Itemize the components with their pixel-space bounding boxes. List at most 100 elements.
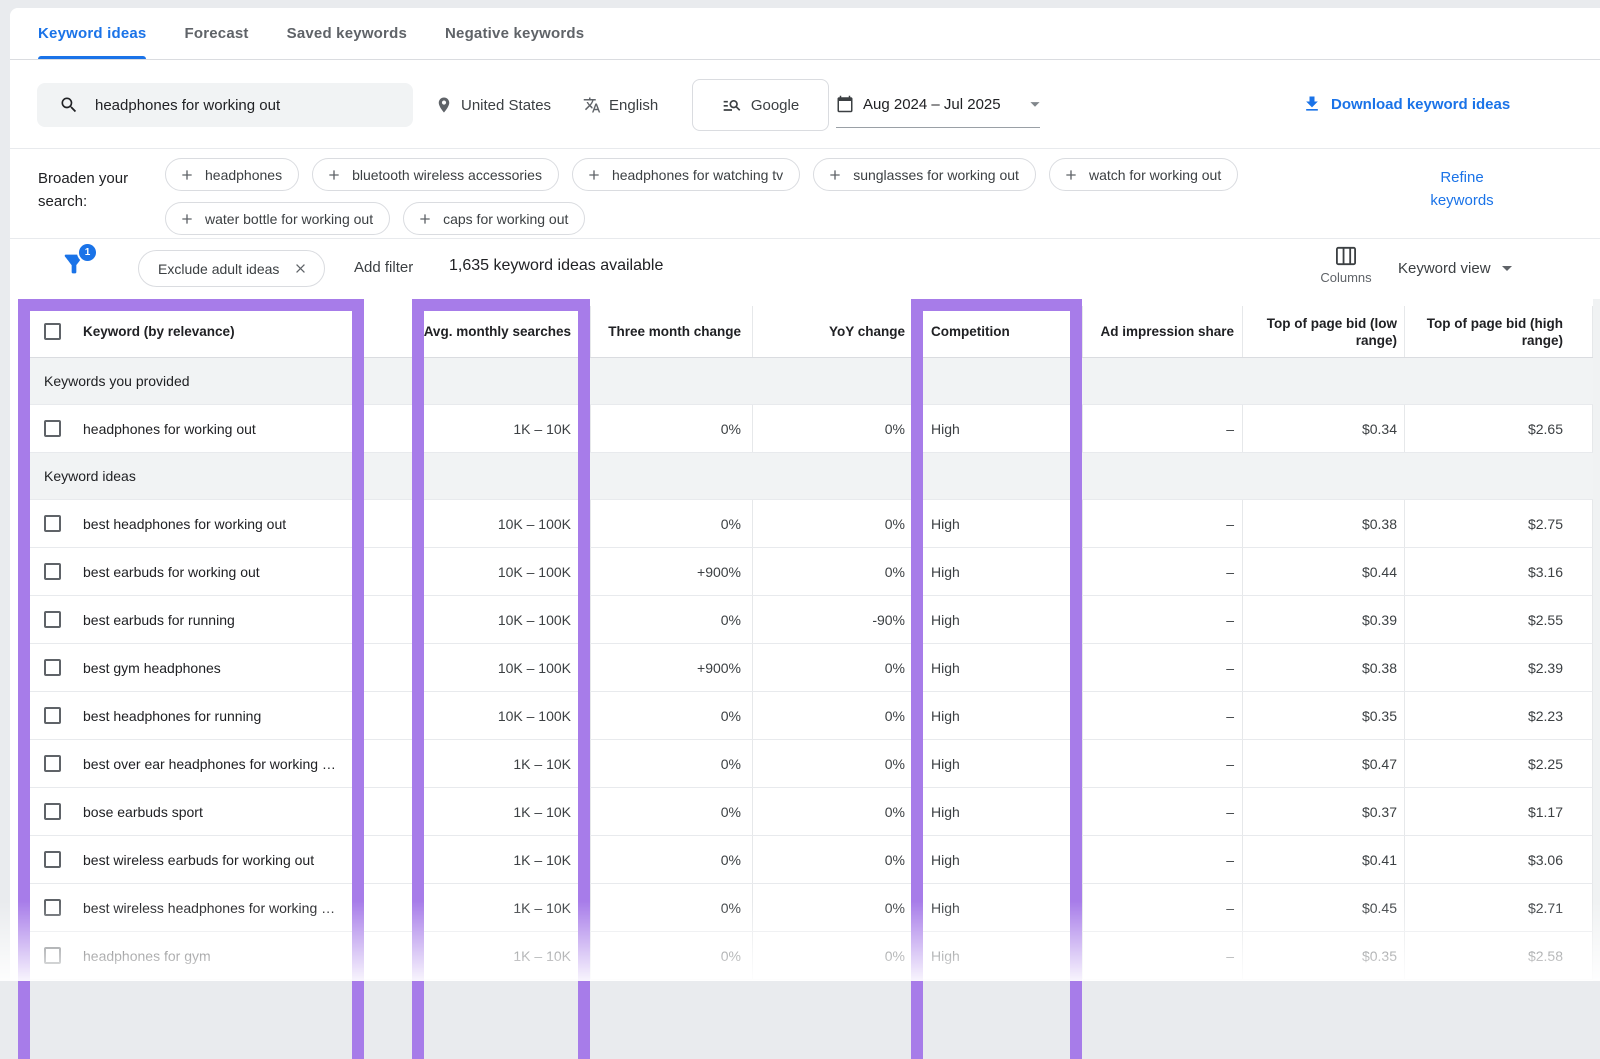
top-of-page-bid-low-cell: $0.37 — [1242, 788, 1404, 835]
ad-impression-share-cell: – — [1082, 836, 1242, 883]
yoy-change-cell: 0% — [752, 500, 920, 547]
yoy-change-cell: 0% — [752, 740, 920, 787]
broaden-chip[interactable]: watch for working out — [1049, 158, 1238, 191]
location-selector[interactable]: United States — [435, 96, 551, 114]
top-of-page-bid-high-cell: $3.06 — [1404, 836, 1593, 883]
broaden-chip[interactable]: headphones for watching tv — [572, 158, 800, 191]
broaden-chip[interactable]: headphones — [165, 158, 299, 191]
three-month-change-cell: 0% — [590, 596, 752, 643]
header-avg-monthly-searches[interactable]: Avg. monthly searches — [412, 306, 590, 357]
keyword-cell: best wireless earbuds for working out — [83, 852, 314, 868]
filter-button[interactable]: 1 — [60, 250, 94, 284]
download-keyword-ideas-link[interactable]: Download keyword ideas — [1302, 94, 1510, 114]
tab-negative-keywords[interactable]: Negative keywords — [445, 8, 584, 59]
network-selector[interactable]: Google — [692, 79, 829, 131]
avg-monthly-searches-cell: 10K – 100K — [412, 596, 590, 643]
broaden-chip[interactable]: bluetooth wireless accessories — [312, 158, 559, 191]
top-of-page-bid-high-cell: $2.25 — [1404, 740, 1593, 787]
avg-monthly-searches-cell: 10K – 100K — [412, 548, 590, 595]
row-checkbox[interactable] — [44, 803, 61, 820]
header-ad-impression-share[interactable]: Ad impression share — [1082, 306, 1242, 357]
row-checkbox[interactable] — [44, 851, 61, 868]
three-month-change-cell: +900% — [590, 548, 752, 595]
broaden-chip[interactable]: water bottle for working out — [165, 202, 390, 235]
refine-keywords-link[interactable]: Refine keywords — [1412, 166, 1512, 212]
row-checkbox[interactable] — [44, 947, 61, 964]
table-row: best wireless headphones for working …1K… — [18, 884, 1593, 932]
header-top-of-page-bid-high[interactable]: Top of page bid (highrange) — [1404, 306, 1593, 357]
three-month-change-cell: 0% — [590, 788, 752, 835]
header-yoy-change[interactable]: YoY change — [752, 306, 920, 357]
competition-cell: High — [920, 405, 1082, 452]
keyword-cell: best over ear headphones for working … — [83, 756, 336, 772]
location-label: United States — [461, 97, 551, 114]
competition-cell: High — [920, 644, 1082, 691]
top-of-page-bid-low-cell: $0.39 — [1242, 596, 1404, 643]
keyword-cell: headphones for working out — [83, 421, 256, 437]
keyword-table: Keyword (by relevance) Avg. monthly sear… — [18, 306, 1593, 980]
row-spacer — [366, 405, 412, 452]
row-checkbox[interactable] — [44, 611, 61, 628]
keyword-cell: bose earbuds sport — [83, 804, 203, 820]
language-selector[interactable]: English — [583, 96, 658, 114]
section-row: Keyword ideas — [18, 453, 1593, 500]
header-keyword[interactable]: Keyword (by relevance) — [83, 323, 235, 340]
chip-label: caps for working out — [443, 211, 568, 227]
search-input[interactable] — [95, 97, 399, 114]
divider — [10, 148, 1600, 149]
columns-label: Columns — [1320, 270, 1371, 285]
columns-button[interactable]: Columns — [1316, 246, 1376, 285]
top-of-page-bid-low-cell: $0.38 — [1242, 500, 1404, 547]
row-checkbox[interactable] — [44, 420, 61, 437]
keyword-cell: headphones for gym — [83, 948, 211, 964]
table-row: best over ear headphones for working …1K… — [18, 740, 1593, 788]
keyword-cell: best headphones for working out — [83, 516, 286, 532]
header-competition[interactable]: Competition — [920, 306, 1082, 357]
tab-bar: Keyword ideas Forecast Saved keywords Ne… — [10, 8, 1600, 60]
three-month-change-cell: 0% — [590, 500, 752, 547]
table-body: Keywords you providedheadphones for work… — [18, 358, 1593, 980]
table-row: headphones for gym1K – 10K0%0%High–$0.35… — [18, 932, 1593, 980]
divider — [10, 238, 1600, 239]
search-icon — [59, 95, 79, 115]
plus-icon — [827, 167, 843, 183]
row-checkbox[interactable] — [44, 755, 61, 772]
select-all-checkbox[interactable] — [44, 323, 61, 340]
avg-monthly-searches-cell: 10K – 100K — [412, 644, 590, 691]
plus-icon — [179, 211, 195, 227]
three-month-change-cell: 0% — [590, 740, 752, 787]
keyword-view-selector[interactable]: Keyword view — [1398, 256, 1519, 280]
tab-saved-keywords[interactable]: Saved keywords — [287, 8, 407, 59]
keyword-cell: best wireless headphones for working … — [83, 900, 335, 916]
tab-keyword-ideas[interactable]: Keyword ideas — [38, 8, 146, 59]
table-row: bose earbuds sport1K – 10K0%0%High–$0.37… — [18, 788, 1593, 836]
yoy-change-cell: 0% — [752, 884, 920, 931]
date-range-selector[interactable]: Aug 2024 – Jul 2025 — [836, 93, 1046, 115]
keyword-view-label: Keyword view — [1398, 260, 1491, 277]
top-of-page-bid-high-cell: $2.23 — [1404, 692, 1593, 739]
top-of-page-bid-low-cell: $0.47 — [1242, 740, 1404, 787]
tab-forecast[interactable]: Forecast — [184, 8, 248, 59]
row-checkbox[interactable] — [44, 563, 61, 580]
header-three-month-change[interactable]: Three month change — [590, 306, 752, 357]
row-checkbox[interactable] — [44, 659, 61, 676]
broaden-chip[interactable]: sunglasses for working out — [813, 158, 1036, 191]
keyword-search-box[interactable] — [37, 83, 413, 127]
exclude-adult-ideas-chip[interactable]: Exclude adult ideas — [138, 250, 325, 287]
yoy-change-cell: -90% — [752, 596, 920, 643]
table-row: best headphones for working out10K – 100… — [18, 500, 1593, 548]
close-icon[interactable] — [293, 261, 308, 276]
add-filter-button[interactable]: Add filter — [354, 259, 413, 276]
row-checkbox[interactable] — [44, 707, 61, 724]
translate-icon — [583, 96, 601, 114]
chip-label: sunglasses for working out — [853, 167, 1019, 183]
avg-monthly-searches-cell: 1K – 10K — [412, 932, 590, 979]
row-checkbox[interactable] — [44, 515, 61, 532]
competition-cell: High — [920, 596, 1082, 643]
header-spacer — [366, 306, 412, 357]
columns-icon — [1335, 246, 1357, 266]
broaden-chip[interactable]: caps for working out — [403, 202, 585, 235]
row-checkbox[interactable] — [44, 899, 61, 916]
table-row: best earbuds for working out10K – 100K+9… — [18, 548, 1593, 596]
header-top-of-page-bid-low[interactable]: Top of page bid (lowrange) — [1242, 306, 1404, 357]
